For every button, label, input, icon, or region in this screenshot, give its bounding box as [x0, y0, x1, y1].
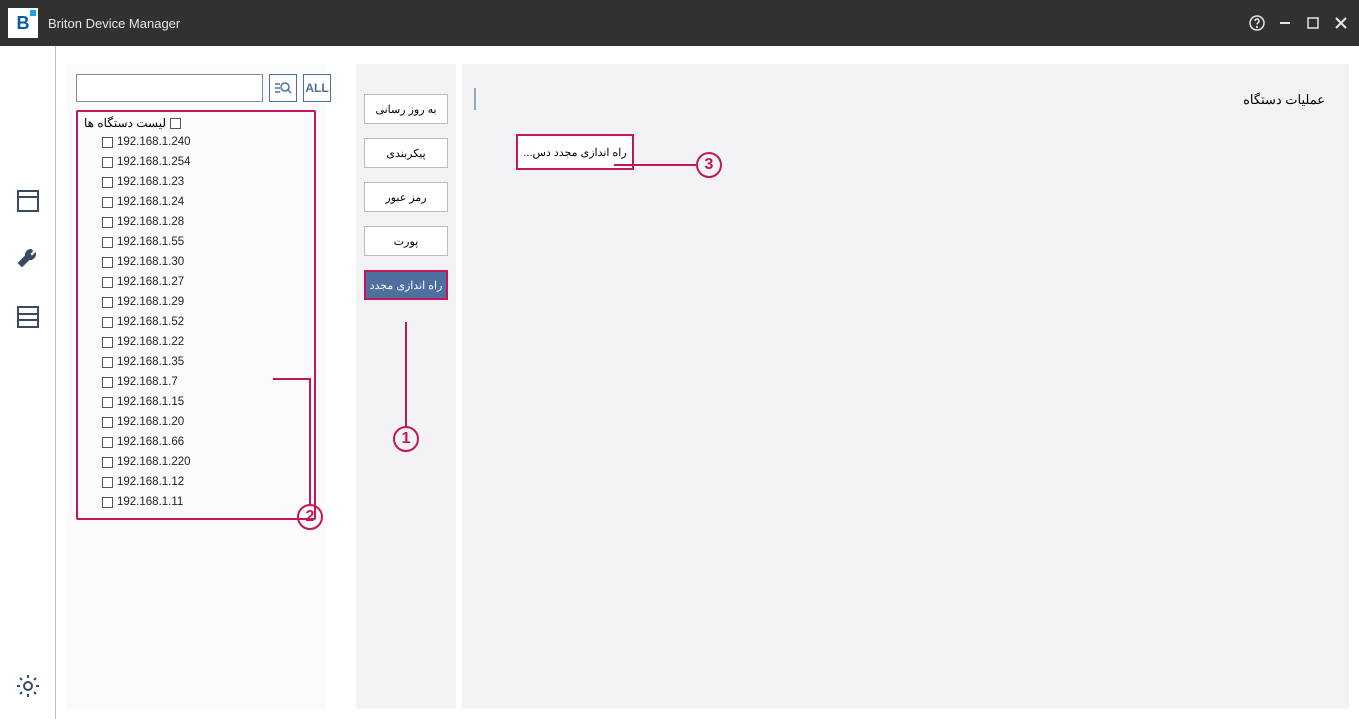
app-logo: B: [8, 8, 38, 38]
device-ip: 192.168.1.24: [117, 196, 184, 208]
device-item[interactable]: 192.168.1.12: [102, 472, 308, 492]
device-item[interactable]: 192.168.1.20: [102, 412, 308, 432]
port-button[interactable]: پورت: [364, 226, 448, 256]
device-checkbox[interactable]: [102, 457, 113, 468]
close-icon[interactable]: [1331, 13, 1351, 33]
nav-rail: [0, 46, 56, 719]
minimize-icon[interactable]: [1275, 13, 1295, 33]
annotation-connector: [405, 322, 407, 428]
restart-button[interactable]: راه اندازی مجدد: [364, 270, 448, 300]
device-tree: لیست دستگاه ها 192.168.1.240 192.168.1.25…: [76, 110, 316, 520]
main-title: عملیات دستگاه: [502, 92, 1329, 108]
device-checkbox[interactable]: [102, 377, 113, 388]
device-item[interactable]: 192.168.1.55: [102, 232, 308, 252]
settings-icon[interactable]: [13, 671, 43, 701]
annotation-one: 1: [393, 426, 419, 452]
device-ip: 192.168.1.22: [117, 336, 184, 348]
device-checkbox[interactable]: [102, 337, 113, 348]
device-item[interactable]: 192.168.1.240: [102, 132, 308, 152]
device-checkbox[interactable]: [102, 137, 113, 148]
device-checkbox[interactable]: [102, 437, 113, 448]
help-icon[interactable]: [1247, 13, 1267, 33]
app-title: Briton Device Manager: [48, 16, 180, 31]
device-ip: 192.168.1.254: [117, 156, 191, 168]
device-ip: 192.168.1.12: [117, 476, 184, 488]
device-tree-header: لیست دستگاه ها: [84, 116, 166, 130]
nav-list-icon[interactable]: [13, 302, 43, 332]
main-panel: عملیات دستگاه راه اندازی مجدد دس... 3: [462, 64, 1349, 709]
config-button[interactable]: پیکربندی: [364, 138, 448, 168]
action-column: به روز رسانی پیکربندی رمز عبور پورت راه …: [356, 64, 456, 709]
annotation-three: 3: [696, 152, 722, 178]
device-checkbox[interactable]: [102, 277, 113, 288]
search-button[interactable]: [269, 74, 297, 102]
device-item[interactable]: 192.168.1.52: [102, 312, 308, 332]
device-item[interactable]: 192.168.1.15: [102, 392, 308, 412]
device-item[interactable]: 192.168.1.220: [102, 452, 308, 472]
restart-device-button[interactable]: راه اندازی مجدد دس...: [516, 134, 634, 170]
device-item[interactable]: 192.168.1.23: [102, 172, 308, 192]
device-item[interactable]: 192.168.1.7: [102, 372, 308, 392]
device-checkbox[interactable]: [102, 497, 113, 508]
device-ip: 192.168.1.15: [117, 396, 184, 408]
device-ip: 192.168.1.20: [117, 416, 184, 428]
device-checkbox[interactable]: [102, 177, 113, 188]
device-item[interactable]: 192.168.1.11: [102, 492, 308, 512]
device-ip: 192.168.1.23: [117, 176, 184, 188]
device-checkbox[interactable]: [102, 477, 113, 488]
device-checkbox[interactable]: [102, 317, 113, 328]
device-item[interactable]: 192.168.1.66: [102, 432, 308, 452]
device-item[interactable]: 192.168.1.27: [102, 272, 308, 292]
device-ip: 192.168.1.66: [117, 436, 184, 448]
device-checkbox[interactable]: [102, 157, 113, 168]
device-ip: 192.168.1.35: [117, 356, 184, 368]
device-item[interactable]: 192.168.1.29: [102, 292, 308, 312]
nav-wrench-icon[interactable]: [13, 244, 43, 274]
device-ip: 192.168.1.28: [117, 216, 184, 228]
device-ip: 192.168.1.27: [117, 276, 184, 288]
device-ip: 192.168.1.52: [117, 316, 184, 328]
device-checkbox[interactable]: [102, 257, 113, 268]
device-ip: 192.168.1.11: [117, 496, 183, 508]
update-button[interactable]: به روز رسانی: [364, 94, 448, 124]
device-checkbox[interactable]: [102, 417, 113, 428]
all-button[interactable]: ALL: [303, 74, 331, 102]
device-item[interactable]: 192.168.1.28: [102, 212, 308, 232]
device-ip: 192.168.1.240: [117, 136, 191, 148]
nav-window-icon[interactable]: [13, 186, 43, 216]
device-ip: 192.168.1.30: [117, 256, 184, 268]
titlebar: B Briton Device Manager: [0, 0, 1359, 46]
device-item[interactable]: 192.168.1.22: [102, 332, 308, 352]
device-checkbox[interactable]: [102, 217, 113, 228]
device-ip: 192.168.1.29: [117, 296, 184, 308]
maximize-icon[interactable]: [1303, 13, 1323, 33]
device-ip: 192.168.1.55: [117, 236, 184, 248]
device-checkbox[interactable]: [102, 237, 113, 248]
device-item[interactable]: 192.168.1.35: [102, 352, 308, 372]
device-checkbox[interactable]: [102, 297, 113, 308]
device-checkbox[interactable]: [102, 397, 113, 408]
device-ip: 192.168.1.7: [117, 376, 178, 388]
device-panel: ALL لیست دستگاه ها 192.168.1.240192.168.…: [66, 64, 326, 709]
device-item[interactable]: 192.168.1.30: [102, 252, 308, 272]
select-all-checkbox[interactable]: [170, 118, 181, 129]
search-input[interactable]: [76, 74, 263, 102]
device-checkbox[interactable]: [102, 357, 113, 368]
title-marker: [474, 88, 476, 110]
device-item[interactable]: 192.168.1.24: [102, 192, 308, 212]
device-item[interactable]: 192.168.1.254: [102, 152, 308, 172]
device-checkbox[interactable]: [102, 197, 113, 208]
password-button[interactable]: رمز عبور: [364, 182, 448, 212]
device-ip: 192.168.1.220: [117, 456, 191, 468]
